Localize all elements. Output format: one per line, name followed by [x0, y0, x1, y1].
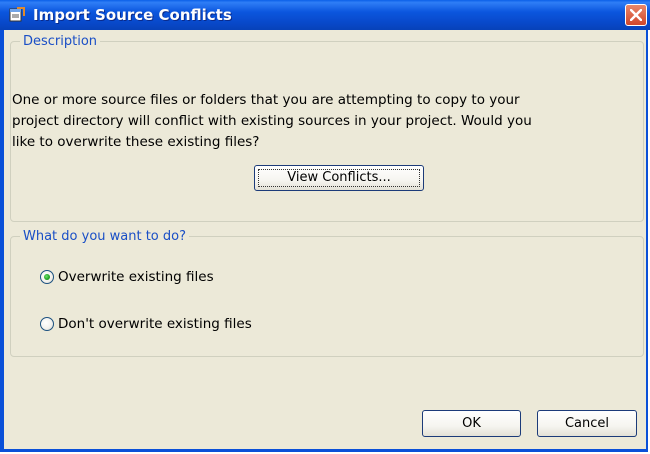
- cancel-label: Cancel: [564, 416, 610, 431]
- app-document-icon: [9, 7, 26, 22]
- close-button[interactable]: [625, 4, 647, 26]
- dont-overwrite-label: Don't overwrite existing files: [58, 316, 252, 332]
- cancel-button[interactable]: Cancel: [537, 410, 637, 437]
- close-icon: [630, 9, 642, 21]
- options-legend: What do you want to do?: [23, 229, 187, 244]
- ok-label: OK: [462, 416, 481, 431]
- overwrite-label: Overwrite existing files: [58, 269, 214, 285]
- description-line: One or more source files or folders that…: [12, 92, 520, 108]
- overwrite-radio[interactable]: [40, 270, 54, 284]
- dialog-body: Description One or more source files or …: [4, 30, 646, 449]
- window-title: Import Source Conflicts: [33, 6, 232, 24]
- options-group: What do you want to do?: [10, 229, 644, 357]
- description-text: One or more source files or folders that…: [12, 90, 612, 153]
- radio-selected-dot: [44, 274, 50, 280]
- ok-button[interactable]: OK: [422, 410, 521, 437]
- description-line: project directory will conflict with exi…: [12, 113, 532, 129]
- view-conflicts-button[interactable]: View Conflicts...: [254, 165, 424, 191]
- overwrite-option[interactable]: Overwrite existing files: [40, 267, 214, 287]
- dont-overwrite-radio[interactable]: [40, 317, 54, 331]
- dialog-window: Import Source Conflicts Description One …: [0, 0, 650, 452]
- description-legend: Description: [23, 34, 98, 49]
- description-line: like to overwrite these existing files?: [12, 134, 260, 150]
- focus-rectangle: [258, 169, 420, 187]
- dont-overwrite-option[interactable]: Don't overwrite existing files: [40, 314, 252, 334]
- title-bar[interactable]: Import Source Conflicts: [0, 0, 650, 30]
